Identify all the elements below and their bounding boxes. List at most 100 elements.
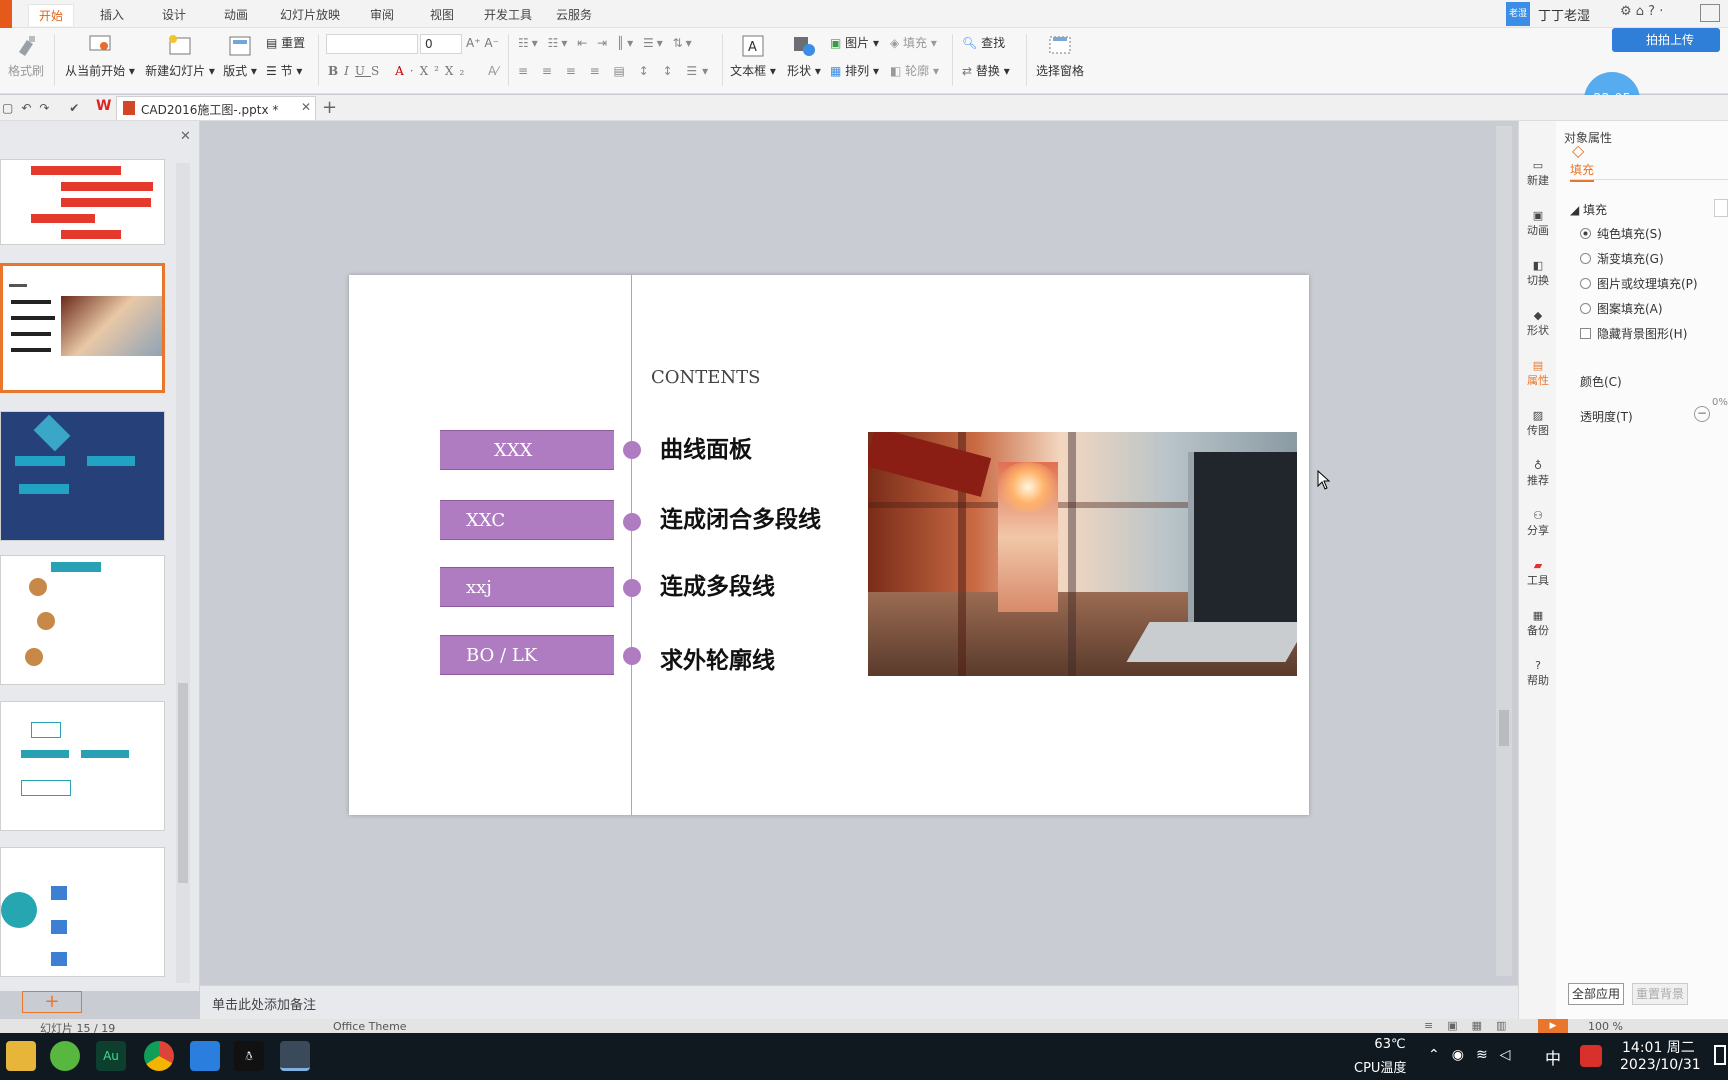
add-tab-icon[interactable]: + <box>322 97 337 118</box>
app-menu-button[interactable] <box>0 0 12 28</box>
contents-heading[interactable]: CONTENTS <box>651 367 761 388</box>
slide-thumbnail[interactable] <box>0 701 165 831</box>
tab-animation[interactable]: 动画 <box>214 4 258 26</box>
sidebar-backup[interactable]: ▦ 备份 <box>1519 609 1557 638</box>
sogou-icon[interactable] <box>1580 1045 1602 1067</box>
thumbnail-scrollbar[interactable] <box>176 163 190 983</box>
sidebar-properties[interactable]: ▤ 属性 <box>1519 359 1557 388</box>
sidebar-transition[interactable]: ◧ 切换 <box>1519 259 1557 288</box>
sidebar-recommend[interactable]: ♁ 推荐 <box>1519 459 1557 488</box>
radio-picture[interactable] <box>1580 278 1591 289</box>
radio-pattern-fill[interactable]: 图案填充(A) <box>1580 300 1663 317</box>
grow-shrink-font-icon[interactable]: A⁺ A⁻ <box>466 34 499 52</box>
arrange-button[interactable]: ▦ 排列 ▾ <box>830 62 879 80</box>
active-app-icon[interactable] <box>280 1041 310 1071</box>
tab-developer[interactable]: 开发工具 <box>474 4 542 26</box>
sidebar-shape[interactable]: ◆ 形状 <box>1519 309 1557 338</box>
font-family-select[interactable] <box>326 34 418 54</box>
document-tab[interactable]: CAD2016施工图-.pptx * ✕ <box>116 96 316 120</box>
restore-icon[interactable] <box>1700 4 1720 22</box>
ime-indicator[interactable]: 中 <box>1545 1045 1561 1069</box>
close-panel-icon[interactable]: ✕ <box>180 129 191 144</box>
radio-solid[interactable] <box>1580 228 1591 239</box>
layout-button[interactable]: 版式 ▾ <box>222 34 258 79</box>
item-tag[interactable]: xxj <box>440 567 614 607</box>
clock-date[interactable]: 2023/10/31 <box>1620 1057 1701 1073</box>
hide-background-checkbox[interactable]: 隐藏背景图形(H) <box>1580 325 1687 342</box>
slide-thumbnail[interactable] <box>0 159 165 245</box>
radio-gradient-fill[interactable]: 渐变填充(G) <box>1580 250 1664 267</box>
reset-background-button[interactable]: 重置背景 <box>1632 983 1688 1005</box>
find-button[interactable]: 🔍︎ 查找 <box>962 34 1005 52</box>
user-avatar[interactable]: 老湿 <box>1506 2 1530 26</box>
font-style-buttons[interactable]: BIUS A·X²X₂ <box>328 62 470 80</box>
notes-area[interactable]: 单击此处添加备注 <box>200 985 1520 1019</box>
fill-button[interactable]: ◈ 填充 ▾ <box>890 34 937 52</box>
item-title[interactable]: 求外轮廓线 <box>660 641 775 675</box>
add-slide-button[interactable]: + <box>22 991 82 1013</box>
radio-pattern[interactable] <box>1580 303 1591 314</box>
fill-section-header[interactable]: ◢ 填充 <box>1570 201 1607 218</box>
color-swatch-button[interactable] <box>1714 199 1728 217</box>
user-name[interactable]: 丁丁老湿 <box>1538 5 1590 24</box>
tab-view[interactable]: 视图 <box>420 4 464 26</box>
play-from-current-button[interactable]: 从当前开始 ▾ <box>62 34 138 79</box>
tab-slideshow[interactable]: 幻灯片放映 <box>270 4 350 26</box>
clock-time[interactable]: 14:01 周二 <box>1622 1037 1695 1057</box>
upload-button[interactable]: 拍拍上传 <box>1612 28 1720 52</box>
align-buttons[interactable]: ≡ ≡ ≡ ≡ ▤ ↕ ↕ ☰▾ <box>518 62 713 80</box>
item-title[interactable]: 连成多段线 <box>660 567 775 601</box>
tab-cloud[interactable]: 云服务 <box>546 4 602 26</box>
apply-all-button[interactable]: 全部应用 <box>1568 983 1624 1005</box>
sidebar-help[interactable]: ? 帮助 <box>1519 659 1557 688</box>
tray-icons[interactable]: ⌃◉≋◁ <box>1428 1047 1522 1063</box>
outline-button[interactable]: ◧ 轮廓 ▾ <box>890 62 939 80</box>
item-tag[interactable]: XXC <box>440 500 614 540</box>
sidebar-tools[interactable]: ▰ 工具 <box>1519 559 1557 588</box>
radio-gradient[interactable] <box>1580 253 1591 264</box>
slide-canvas[interactable]: CONTENTS XXX 曲线面板 XXC 连成闭合多段线 xxj 连成多段线 … <box>349 275 1309 815</box>
replace-button[interactable]: ⇄ 替换 ▾ <box>962 62 1010 80</box>
slide-thumbnail[interactable] <box>0 847 165 977</box>
shape-button[interactable]: 形状 ▾ <box>784 34 824 79</box>
wechat-icon[interactable] <box>50 1041 80 1071</box>
clear-format-icon[interactable]: A⁄ <box>488 62 498 80</box>
toolbar-icons[interactable]: ⚙ ⌂ ? · <box>1620 4 1663 19</box>
play-slideshow-button[interactable]: ▶ <box>1538 1019 1568 1033</box>
chrome-icon[interactable] <box>144 1041 174 1071</box>
sidebar-animation[interactable]: ▣ 动画 <box>1519 209 1557 238</box>
picture-button[interactable]: ▣ 图片 ▾ <box>830 34 879 52</box>
radio-picture-fill[interactable]: 图片或纹理填充(P) <box>1580 275 1698 292</box>
reset-button[interactable]: ▤ 重置 <box>266 34 305 52</box>
feishu-icon[interactable] <box>190 1041 220 1071</box>
decrease-transparency-button[interactable]: − <box>1694 406 1710 422</box>
item-tag[interactable]: XXX <box>440 430 614 470</box>
sidebar-new[interactable]: ▭ 新建 <box>1519 159 1557 188</box>
sidebar-share[interactable]: ⚇ 分享 <box>1519 509 1557 538</box>
section-button[interactable]: ☰ 节 ▾ <box>266 62 302 80</box>
hero-photo[interactable] <box>868 432 1297 676</box>
item-tag[interactable]: BO / LK <box>440 635 614 675</box>
item-title[interactable]: 曲线面板 <box>660 430 752 464</box>
checkbox[interactable] <box>1580 328 1591 339</box>
file-explorer-icon[interactable] <box>6 1041 36 1071</box>
qq-icon[interactable]: 🐧︎ <box>234 1041 264 1071</box>
item-title[interactable]: 连成闭合多段线 <box>660 500 821 534</box>
quick-access-icons[interactable]: ▢↶↷ ✔ <box>2 99 87 117</box>
slide-thumbnail[interactable] <box>0 411 165 541</box>
font-size-select[interactable]: 0 <box>420 34 462 54</box>
slide-scrollbar[interactable] <box>1496 126 1512 976</box>
tab-home[interactable]: 开始 <box>28 4 75 26</box>
slide-thumbnail-current[interactable] <box>0 263 165 393</box>
tab-review[interactable]: 审阅 <box>360 4 404 26</box>
tab-insert[interactable]: 插入 <box>90 4 134 26</box>
close-tab-icon[interactable]: ✕ <box>301 100 311 114</box>
new-slide-button[interactable]: 新建幻灯片 ▾ <box>142 34 218 79</box>
textbox-button[interactable]: A 文本框 ▾ <box>730 34 776 79</box>
select-pane-button[interactable]: 选择窗格 <box>1032 34 1088 79</box>
slide-thumbnail[interactable] <box>0 555 165 685</box>
notification-icon[interactable] <box>1714 1045 1726 1065</box>
view-mode-buttons[interactable]: ≡▣▦▥ <box>1424 1019 1520 1032</box>
audition-icon[interactable]: Au <box>96 1041 126 1071</box>
sidebar-upload-image[interactable]: ▨ 传图 <box>1519 409 1557 438</box>
